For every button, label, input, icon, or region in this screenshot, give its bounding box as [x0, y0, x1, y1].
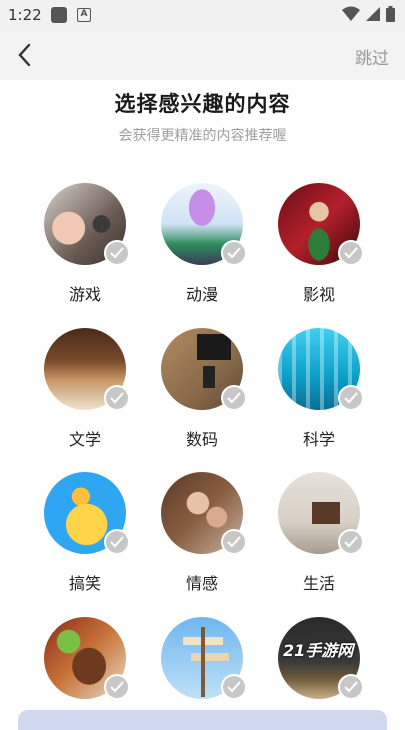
category-label: 搞笑 [68, 574, 101, 593]
category-label: 动漫 [185, 285, 218, 304]
category-label: 影视 [302, 285, 335, 304]
category-label: 游戏 [68, 285, 101, 304]
confirm-button[interactable] [18, 710, 387, 730]
check-icon [338, 240, 364, 266]
watermark-text: 21手游网 [283, 641, 354, 660]
category-label: 数码 [185, 430, 218, 449]
check-icon [338, 385, 364, 411]
category-label: 文学 [68, 430, 101, 449]
check-icon [104, 674, 130, 700]
category-grid: 游戏 动漫 影视 文学 数码 科学 搞笑 情感 生活 [0, 0, 405, 720]
check-icon [104, 529, 130, 555]
check-icon [338, 674, 364, 700]
check-icon [221, 529, 247, 555]
check-icon [104, 385, 130, 411]
category-label: 生活 [302, 574, 335, 593]
check-icon [221, 385, 247, 411]
category-label: 情感 [185, 574, 218, 593]
category-label: 科学 [302, 430, 335, 449]
check-icon [221, 674, 247, 700]
check-icon [221, 240, 247, 266]
check-icon [338, 529, 364, 555]
check-icon [104, 240, 130, 266]
